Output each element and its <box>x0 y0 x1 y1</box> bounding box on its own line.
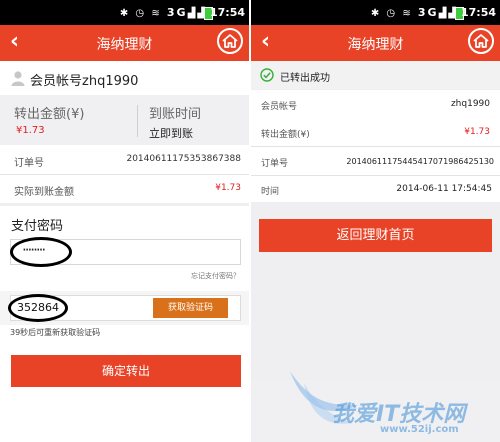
wifi-icon: ≋ <box>402 8 413 19</box>
account-row: 会员帐号zhq1990 <box>0 61 249 95</box>
annotation-ellipse <box>10 237 72 267</box>
order-no-value: 20140611175353867388 <box>126 154 241 164</box>
payment-section: 支付密码 ········ 忘记支付密码？ 352864 获取验证码 39秒后可… <box>0 206 249 442</box>
home-icon[interactable] <box>468 28 494 54</box>
signal-icon: ▟ <box>187 8 198 19</box>
account-label: 会员帐号zhq1990 <box>30 74 139 89</box>
app-header: ‹ 海纳理财 <box>251 25 500 61</box>
result-row: 转出金额(¥) ¥1.73 <box>251 118 500 146</box>
row-divider <box>0 174 249 175</box>
amount-summary: 转出金额(¥) ¥1.73 到账时间 立即到账 <box>0 95 249 145</box>
status-bar: ✱ ◷ ≋ 3G▟▟ 17:54 <box>0 0 249 25</box>
result-row-value: 20140611175445417071986425130 <box>346 157 494 166</box>
get-code-button[interactable]: 获取验证码 <box>153 298 228 318</box>
bluetooth-icon: ✱ <box>370 8 382 19</box>
status-time: 17:54 <box>460 6 496 19</box>
resend-hint: 39秒后可重新获取验证码 <box>10 328 101 337</box>
signal-icon: ▟ <box>438 8 449 19</box>
success-text: 已转出成功 <box>280 73 330 84</box>
result-row-value: zhq1990 <box>450 99 490 109</box>
verify-code-row: 352864 获取验证码 <box>0 291 249 325</box>
order-no-label: 订单号 <box>14 158 44 169</box>
network-type: 3G <box>166 6 188 19</box>
alarm-icon: ◷ <box>135 8 147 19</box>
header-title: 海纳理财 <box>347 37 404 53</box>
app-header: ‹ 海纳理财 <box>0 25 249 61</box>
result-details: 会员帐号 zhq1990 转出金额(¥) ¥1.73 订单号 201406111… <box>251 90 500 202</box>
order-details: 订单号 20140611175353867388 实际到账金额 ¥1.73 <box>0 145 249 203</box>
header-title: 海纳理财 <box>96 37 153 53</box>
home-icon[interactable] <box>217 28 243 54</box>
transfer-amount-value: ¥1.73 <box>16 125 45 136</box>
result-row-label: 订单号 <box>261 159 289 169</box>
return-home-button[interactable]: 返回理财首页 <box>259 219 492 252</box>
arrival-time-label: 到账时间 <box>149 107 202 122</box>
result-row-label: 时间 <box>261 187 280 197</box>
transfer-amount-label: 转出金额(¥) <box>14 107 85 122</box>
bluetooth-icon: ✱ <box>119 8 131 19</box>
check-circle-icon <box>260 68 274 82</box>
arrival-time-value: 立即到账 <box>149 127 193 140</box>
result-row-value: 2014-06-11 17:54:45 <box>396 184 492 194</box>
result-row: 订单号 20140611175445417071986425130 <box>251 147 500 175</box>
user-icon <box>11 71 25 86</box>
wifi-icon: ≋ <box>151 8 162 19</box>
result-row: 会员帐号 zhq1990 <box>251 90 500 118</box>
home-icon-glyph <box>222 34 238 48</box>
result-row: 时间 2014-06-11 17:54:45 <box>251 176 500 202</box>
success-banner: 已转出成功 <box>251 61 500 89</box>
actual-amount-label: 实际到账金额 <box>14 187 74 198</box>
result-row-label: 转出金额(¥) <box>261 130 310 140</box>
result-row-label: 会员帐号 <box>261 102 298 112</box>
confirm-transfer-button[interactable]: 确定转出 <box>11 355 241 387</box>
actual-amount-value: ¥1.73 <box>215 183 241 193</box>
status-bar: ✱ ◷ ≋ 3G▟▟ 17:54 <box>251 0 500 25</box>
forgot-password-link[interactable]: 忘记支付密码？ <box>191 271 240 281</box>
watermark-url: www.52ij.com <box>380 424 459 435</box>
pay-password-label: 支付密码 <box>11 219 64 234</box>
annotation-ellipse-code <box>8 294 68 322</box>
transfer-screen: ✱ ◷ ≋ 3G▟▟ 17:54 ‹ 海纳理财 会员帐号zhq1990 转出金额… <box>0 0 249 442</box>
network-type: 3G <box>417 6 439 19</box>
home-icon-glyph <box>473 34 489 48</box>
result-row-value: ¥1.73 <box>464 127 490 137</box>
alarm-icon: ◷ <box>386 8 398 19</box>
summary-divider <box>137 105 138 137</box>
status-time: 17:54 <box>209 6 245 19</box>
